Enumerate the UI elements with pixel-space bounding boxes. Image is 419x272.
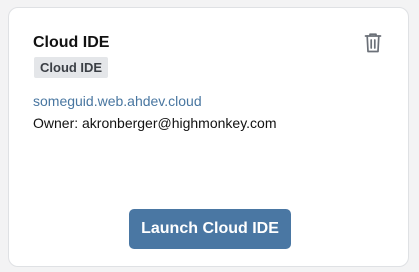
trash-icon <box>364 33 382 53</box>
delete-button[interactable] <box>361 31 385 55</box>
host-link[interactable]: someguid.web.ahdev.cloud <box>33 93 202 109</box>
cloud-ide-card: Cloud IDE Cloud IDE someguid.web.ahdev.c… <box>8 7 409 267</box>
owner-text: Owner: akronberger@highmonkey.com <box>33 115 277 131</box>
type-badge: Cloud IDE <box>34 57 109 78</box>
card-title: Cloud IDE <box>33 34 110 51</box>
launch-cloud-ide-button[interactable]: Launch Cloud IDE <box>129 209 291 249</box>
